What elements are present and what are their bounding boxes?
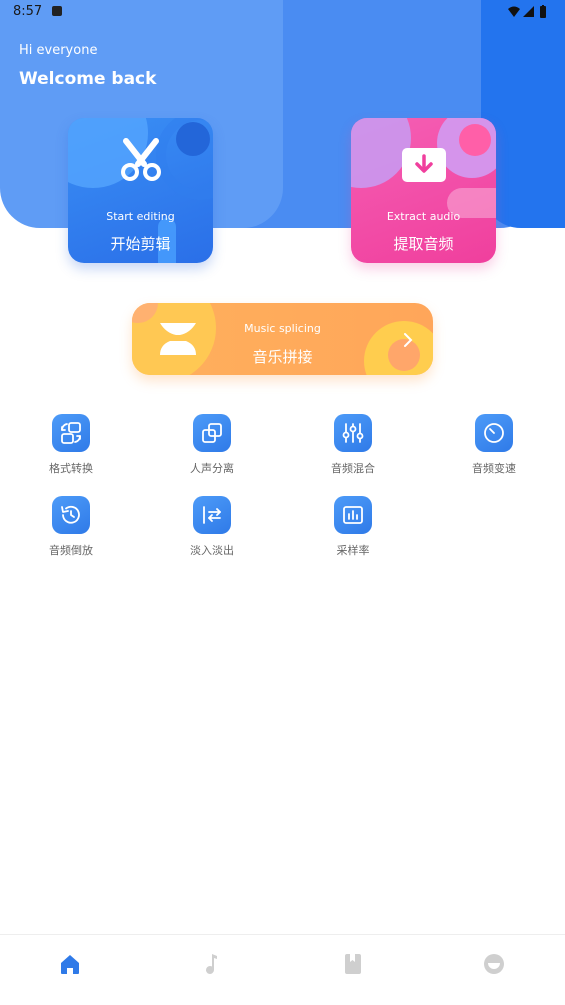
fade-in-out-icon	[193, 496, 231, 534]
tool-label: 淡入淡出	[190, 544, 234, 557]
tool-fade-in-out[interactable]: 淡入淡出	[172, 496, 252, 558]
status-time: 8:57	[13, 4, 43, 19]
tool-speed-change[interactable]: 音频变速	[454, 414, 534, 476]
music-splicing-card[interactable]: Music splicing 音乐拼接	[132, 303, 433, 375]
signal-icon	[523, 6, 534, 17]
profile-icon	[484, 954, 504, 974]
tool-label: 音频混合	[331, 462, 375, 475]
vocal-separate-icon	[193, 414, 231, 452]
extract-audio-label-cn: 提取音频	[393, 235, 454, 253]
start-editing-card[interactable]: Start editing 开始剪辑	[68, 118, 213, 263]
audio-mix-icon	[334, 414, 372, 452]
sample-rate-icon	[334, 496, 372, 534]
tool-label: 人声分离	[190, 462, 234, 475]
tool-label: 音频倒放	[49, 544, 93, 557]
tool-reverse-play[interactable]: 音频倒放	[31, 496, 111, 558]
scissors-icon	[121, 138, 161, 181]
music-splicing-label-en: Music splicing	[244, 322, 321, 335]
wifi-icon	[508, 6, 520, 17]
home-icon	[61, 955, 79, 974]
chevron-right-icon	[404, 333, 413, 347]
format-convert-icon	[52, 414, 90, 452]
tool-label: 格式转换	[49, 462, 93, 475]
battery-icon	[540, 6, 546, 18]
nav-library[interactable]	[340, 951, 366, 977]
greeting-text: Hi everyone	[19, 43, 98, 58]
system-status-icons	[508, 5, 546, 18]
welcome-title: Welcome back	[19, 69, 157, 89]
reverse-play-icon	[52, 496, 90, 534]
tool-format-convert[interactable]: 格式转换	[31, 414, 111, 476]
music-note-icon	[206, 954, 217, 974]
tool-audio-mix[interactable]: 音频混合	[313, 414, 393, 476]
tool-sample-rate[interactable]: 采样率	[313, 496, 393, 558]
speed-change-icon	[475, 414, 513, 452]
notification-icon	[52, 6, 62, 16]
status-bar: 8:57	[0, 0, 565, 24]
tool-label: 音频变速	[472, 462, 516, 475]
start-editing-label-cn: 开始剪辑	[110, 235, 171, 253]
tool-vocal-separate[interactable]: 人声分离	[172, 414, 252, 476]
nav-music[interactable]	[198, 951, 224, 977]
download-icon	[402, 148, 446, 182]
start-editing-label-en: Start editing	[106, 210, 175, 223]
nav-profile[interactable]	[481, 951, 507, 977]
music-splicing-label-cn: 音乐拼接	[252, 348, 313, 366]
extract-audio-card[interactable]: Extract audio 提取音频	[351, 118, 496, 263]
extract-audio-label-en: Extract audio	[386, 210, 461, 223]
tool-label: 采样率	[336, 544, 370, 557]
bottom-nav	[0, 934, 565, 1005]
book-icon	[345, 954, 361, 974]
nav-home[interactable]	[57, 951, 83, 977]
